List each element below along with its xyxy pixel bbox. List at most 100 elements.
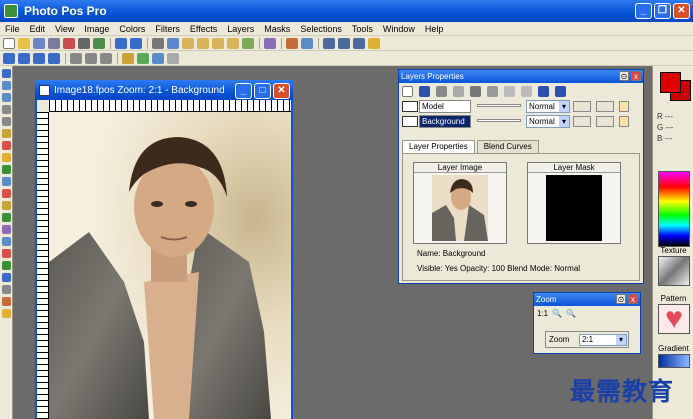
lightning-icon[interactable] <box>619 101 629 112</box>
open-folder-icon[interactable] <box>18 37 30 49</box>
zoom-out-icon[interactable]: 🔍 <box>566 309 576 318</box>
blend-mode-select[interactable]: Normal <box>526 115 570 128</box>
move-layer-down-icon[interactable] <box>521 85 532 97</box>
dropper-tool-icon[interactable] <box>2 237 11 246</box>
image-properties-icon[interactable] <box>264 37 276 49</box>
zoom-panel-close-button[interactable]: x <box>628 294 638 304</box>
visibility-eye-icon[interactable] <box>402 101 418 112</box>
paste-icon[interactable] <box>182 37 194 49</box>
red-eye-tool-icon[interactable] <box>2 249 11 258</box>
pencil-icon[interactable] <box>368 37 380 49</box>
line-tool-icon[interactable] <box>2 285 11 294</box>
adjust-icon[interactable] <box>301 37 313 49</box>
move-layer-bottom-icon[interactable] <box>504 85 515 97</box>
lasso-tool-icon[interactable] <box>2 141 11 150</box>
menu-window[interactable]: Window <box>378 24 420 34</box>
menu-help[interactable]: Help <box>420 24 449 34</box>
zoom-level-select[interactable]: 2:1 <box>579 334 627 346</box>
scan-icon[interactable] <box>63 37 75 49</box>
new-file-icon[interactable] <box>3 37 15 49</box>
cut-icon[interactable] <box>152 37 164 49</box>
layer-from-selection-icon[interactable] <box>453 85 464 97</box>
zoom-panel-title-bar[interactable]: Zoom ⊙ x <box>534 293 640 306</box>
hand-tool-icon[interactable] <box>2 309 11 318</box>
move-layer-up-icon[interactable] <box>538 85 549 97</box>
menu-selections[interactable]: Selections <box>295 24 347 34</box>
layer-name[interactable]: Model <box>419 100 471 113</box>
clone-tool-icon[interactable] <box>2 213 11 222</box>
blend-mode-select[interactable]: Normal <box>526 100 570 113</box>
shape-tool-icon[interactable] <box>2 261 11 270</box>
menu-edit[interactable]: Edit <box>25 24 51 34</box>
effects-icon[interactable] <box>167 52 179 64</box>
flip-vertical-icon[interactable] <box>48 52 60 64</box>
minimize-button[interactable]: _ <box>635 3 652 19</box>
deskew-icon[interactable] <box>100 52 112 64</box>
smudge-tool-icon[interactable] <box>2 225 11 234</box>
image-maximize-button[interactable]: □ <box>254 83 271 99</box>
texture-swatch[interactable] <box>658 256 690 286</box>
restore-button[interactable]: ❐ <box>654 3 671 19</box>
pattern-swatch[interactable]: ♥ <box>658 304 690 334</box>
canvas-size-icon[interactable] <box>85 52 97 64</box>
tab-layer-properties[interactable]: Layer Properties <box>402 140 475 153</box>
link-icon[interactable] <box>573 101 591 112</box>
zoom-panel-pin-button[interactable]: ⊙ <box>616 294 626 304</box>
print-icon[interactable] <box>48 37 60 49</box>
menu-image[interactable]: Image <box>79 24 114 34</box>
brightness-icon[interactable] <box>122 52 134 64</box>
selection-tool-icon[interactable] <box>2 117 11 126</box>
camera-icon[interactable] <box>78 37 90 49</box>
close-button[interactable]: ✕ <box>673 3 690 19</box>
move-layer-top-icon[interactable] <box>555 85 566 97</box>
image-close-button[interactable]: ✕ <box>273 83 290 99</box>
menu-effects[interactable]: Effects <box>185 24 222 34</box>
menu-layers[interactable]: Layers <box>222 24 259 34</box>
redo-icon[interactable] <box>130 37 142 49</box>
menu-colors[interactable]: Colors <box>114 24 150 34</box>
layer-opacity-slider[interactable] <box>477 104 521 107</box>
zoom-actual-size-button[interactable]: 1:1 <box>537 309 548 318</box>
paste-layer-icon[interactable] <box>212 37 224 49</box>
image-canvas[interactable] <box>49 112 291 419</box>
visibility-eye-icon[interactable] <box>402 116 418 127</box>
image-window-title-bar[interactable]: Image18.fpos Zoom: 2:1 - Background _ □ … <box>35 80 293 100</box>
layers-panel-pin-button[interactable]: ⊙ <box>619 71 629 81</box>
merge-visible-icon[interactable] <box>487 85 498 97</box>
color-spectrum[interactable] <box>658 171 690 247</box>
zoom-tool-icon[interactable] <box>2 81 11 90</box>
crop-icon[interactable] <box>242 37 254 49</box>
layer-row-background[interactable]: Background Normal <box>399 114 643 129</box>
fill-tool-icon[interactable] <box>2 201 11 210</box>
lock-icon[interactable] <box>596 116 614 127</box>
tab-blend-curves[interactable]: Blend Curves <box>476 140 539 153</box>
layers-panel-title-bar[interactable]: Layers Properties ⊙ x <box>399 70 643 83</box>
menu-tools[interactable]: Tools <box>347 24 378 34</box>
save-icon[interactable] <box>33 37 45 49</box>
layer-name[interactable]: Background <box>419 115 471 128</box>
gradient-tool-icon[interactable] <box>2 297 11 306</box>
resize-icon[interactable] <box>70 52 82 64</box>
tools-icon[interactable] <box>286 37 298 49</box>
image-minimize-button[interactable]: _ <box>235 83 252 99</box>
gradient-swatch[interactable] <box>658 354 690 368</box>
paste-selection-icon[interactable] <box>227 37 239 49</box>
link-icon[interactable] <box>573 116 591 127</box>
foreground-color-swatch[interactable] <box>660 72 681 93</box>
text-tool-icon[interactable] <box>2 273 11 282</box>
menu-view[interactable]: View <box>50 24 79 34</box>
lock-icon[interactable] <box>596 101 614 112</box>
window-icon[interactable] <box>338 37 350 49</box>
brush-tool-icon[interactable] <box>2 165 11 174</box>
copy-icon[interactable] <box>167 37 179 49</box>
undo-icon[interactable] <box>115 37 127 49</box>
layer-opacity-slider[interactable] <box>477 119 521 122</box>
panel-toggle-icon[interactable] <box>323 37 335 49</box>
zoom-in-icon[interactable]: 🔍 <box>552 309 562 318</box>
levels-icon[interactable] <box>152 52 164 64</box>
menu-filters[interactable]: Filters <box>150 24 185 34</box>
pointer-tool-icon[interactable] <box>2 69 11 78</box>
color-balance-icon[interactable] <box>137 52 149 64</box>
move-tool-icon[interactable] <box>2 93 11 102</box>
menu-masks[interactable]: Masks <box>259 24 295 34</box>
